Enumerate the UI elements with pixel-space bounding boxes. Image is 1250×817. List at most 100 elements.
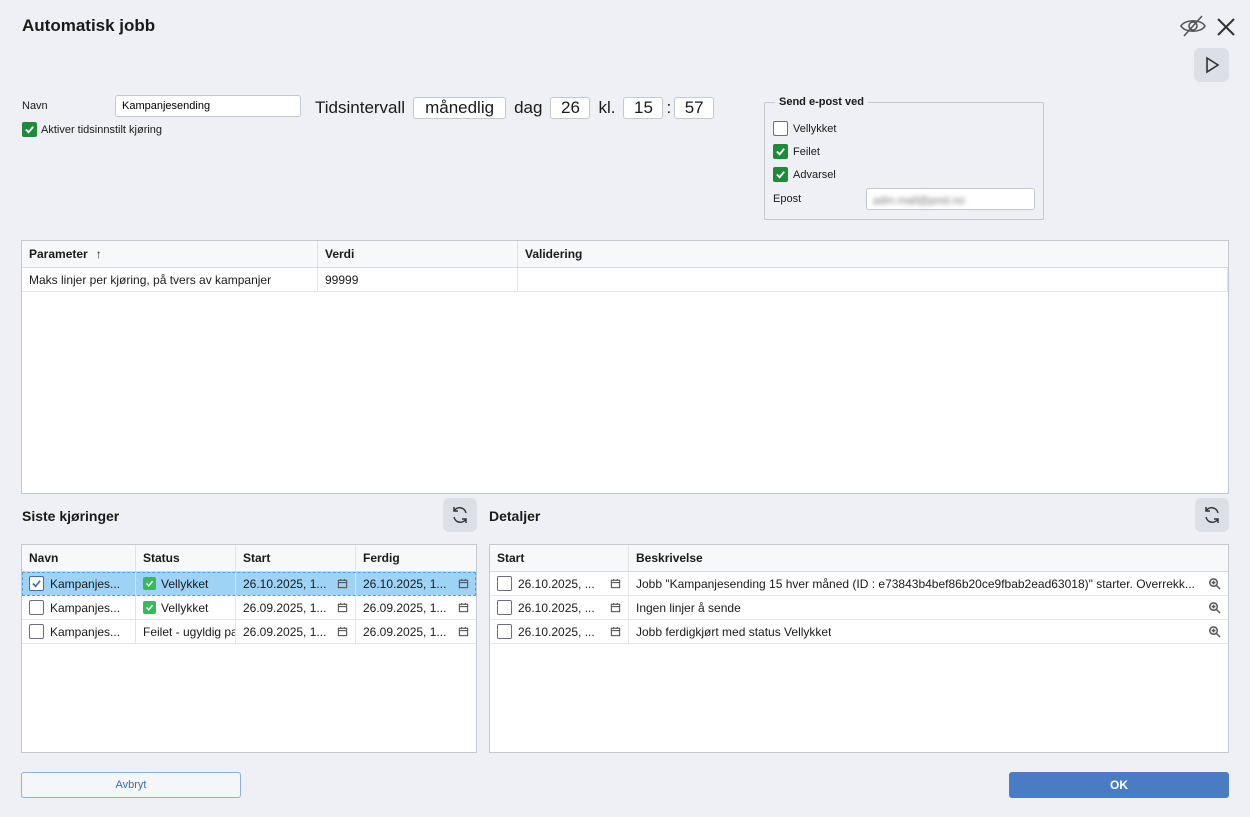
table-row[interactable]: Maks linjer per kjøring, på tvers av kam… <box>22 268 1228 292</box>
col-detail-start[interactable]: Start <box>490 545 629 571</box>
table-row[interactable]: Kampanjes... Vellykket 26.10.2025, 1... … <box>22 572 476 596</box>
run-start-cell[interactable]: 26.10.2025, 1... <box>236 572 356 595</box>
run-name: Kampanjes... <box>50 624 121 639</box>
zoom-icon[interactable] <box>1208 577 1221 590</box>
ok-button[interactable]: OK <box>1009 772 1229 798</box>
row-checkbox[interactable] <box>29 624 44 639</box>
dag-label: dag <box>514 98 543 117</box>
col-parameter[interactable]: Parameter ↑ <box>22 241 318 267</box>
detail-description: Jobb "Kampanjesending 15 hver måned (ID … <box>636 576 1195 591</box>
run-end: 26.10.2025, 1... <box>363 576 447 591</box>
calendar-icon[interactable] <box>458 626 469 637</box>
run-name: Kampanjes... <box>50 576 121 591</box>
detail-start-cell[interactable]: 26.10.2025, ... <box>490 596 629 619</box>
aktiver-checkbox-row[interactable]: Aktiver tidsinnstilt kjøring <box>22 122 162 137</box>
run-start-cell[interactable]: 26.09.2025, 1... <box>236 620 356 643</box>
detail-description: Jobb ferdigkjørt med status Vellykket <box>636 624 832 639</box>
zoom-icon[interactable] <box>1208 601 1221 614</box>
row-checkbox[interactable] <box>29 600 44 615</box>
row-checkbox[interactable] <box>497 600 512 615</box>
kl-label: kl. <box>598 98 616 117</box>
table-row[interactable]: Kampanjes... Vellykket 26.09.2025, 1... … <box>22 596 476 620</box>
email-option-advarsel[interactable]: Advarsel <box>773 167 836 182</box>
detail-description: Ingen linjer å sende <box>636 600 741 615</box>
success-icon <box>143 601 156 614</box>
interval-select[interactable]: månedlig <box>413 97 507 119</box>
row-checkbox[interactable] <box>497 576 512 591</box>
runs-refresh-button[interactable] <box>443 498 477 532</box>
vellykket-checkbox[interactable] <box>773 121 788 136</box>
calendar-icon[interactable] <box>610 578 621 589</box>
col-status[interactable]: Status <box>136 545 236 571</box>
dag-input[interactable]: 26 <box>550 97 591 119</box>
run-end-cell[interactable]: 26.09.2025, 1... <box>356 620 476 643</box>
calendar-icon[interactable] <box>337 602 348 613</box>
epost-value: adm.mail@post.no <box>873 195 965 207</box>
calendar-icon[interactable] <box>610 626 621 637</box>
run-name-cell: Kampanjes... <box>22 596 136 619</box>
run-end: 26.09.2025, 1... <box>363 624 447 639</box>
detail-start: 26.10.2025, ... <box>518 576 595 591</box>
table-row[interactable]: Kampanjes... Feilet - ugyldig pa 26.09.2… <box>22 620 476 644</box>
run-end: 26.09.2025, 1... <box>363 600 447 615</box>
cancel-button[interactable]: Avbryt <box>21 772 241 798</box>
zoom-icon[interactable] <box>1208 625 1221 638</box>
calendar-icon[interactable] <box>458 578 469 589</box>
advarsel-label: Advarsel <box>793 168 836 181</box>
run-start-cell[interactable]: 26.09.2025, 1... <box>236 596 356 619</box>
run-end-cell[interactable]: 26.09.2025, 1... <box>356 596 476 619</box>
calendar-icon[interactable] <box>458 602 469 613</box>
minute-input[interactable]: 57 <box>674 97 715 119</box>
run-start: 26.09.2025, 1... <box>243 624 327 639</box>
table-row[interactable]: 26.10.2025, ... Jobb ferdigkjørt med sta… <box>490 620 1228 644</box>
hide-eye-icon[interactable] <box>1178 12 1208 40</box>
detail-start-cell[interactable]: 26.10.2025, ... <box>490 620 629 643</box>
run-name-cell: Kampanjes... <box>22 572 136 595</box>
row-checkbox[interactable] <box>497 624 512 639</box>
advarsel-checkbox[interactable] <box>773 167 788 182</box>
table-row[interactable]: 26.10.2025, ... Jobb "Kampanjesending 15… <box>490 572 1228 596</box>
dialog-title: Automatisk jobb <box>22 16 156 35</box>
detail-start: 26.10.2025, ... <box>518 624 595 639</box>
col-start[interactable]: Start <box>236 545 356 571</box>
table-row[interactable]: 26.10.2025, ... Ingen linjer å sende <box>490 596 1228 620</box>
run-end-cell[interactable]: 26.10.2025, 1... <box>356 572 476 595</box>
feilet-checkbox[interactable] <box>773 144 788 159</box>
epost-label: Epost <box>773 193 802 205</box>
col-validering[interactable]: Validering <box>518 241 1228 267</box>
calendar-icon[interactable] <box>337 626 348 637</box>
run-status-cell: Vellykket <box>136 596 236 619</box>
close-icon[interactable] <box>1213 14 1239 40</box>
calendar-icon[interactable] <box>610 602 621 613</box>
detail-description-cell: Jobb ferdigkjørt med status Vellykket <box>629 620 1228 643</box>
run-button[interactable] <box>1194 48 1229 82</box>
col-navn[interactable]: Navn <box>22 545 136 571</box>
success-icon <box>143 577 156 590</box>
interval-label: Tidsintervall <box>315 98 406 117</box>
feilet-label: Feilet <box>793 145 820 158</box>
sort-arrow-icon: ↑ <box>95 247 102 261</box>
col-verdi[interactable]: Verdi <box>318 241 518 267</box>
run-name: Kampanjes... <box>50 600 121 615</box>
col-beskrivelse[interactable]: Beskrivelse <box>629 545 1228 571</box>
details-grid-header: Start Beskrivelse <box>490 545 1228 572</box>
param-name-cell: Maks linjer per kjøring, på tvers av kam… <box>22 268 318 291</box>
run-status: Vellykket <box>161 600 209 615</box>
interval-row: Tidsintervall månedlig dag 26 kl. 15 : 5… <box>315 97 715 119</box>
col-ferdig[interactable]: Ferdig <box>356 545 476 571</box>
runs-grid: Navn Status Start Ferdig Kampanjes... Ve… <box>21 544 477 753</box>
details-refresh-button[interactable] <box>1195 498 1229 532</box>
epost-input[interactable]: adm.mail@post.no <box>866 188 1035 210</box>
email-option-vellykket[interactable]: Vellykket <box>773 121 836 136</box>
email-option-feilet[interactable]: Feilet <box>773 144 820 159</box>
navn-input[interactable] <box>115 95 301 117</box>
row-checkbox[interactable] <box>29 576 44 591</box>
run-status-cell: Feilet - ugyldig pa <box>136 620 236 643</box>
aktiver-checkbox[interactable] <box>22 122 37 137</box>
detail-start-cell[interactable]: 26.10.2025, ... <box>490 572 629 595</box>
param-value-cell[interactable]: 99999 <box>318 268 518 291</box>
calendar-icon[interactable] <box>337 578 348 589</box>
refresh-icon <box>453 507 467 523</box>
hour-input[interactable]: 15 <box>623 97 664 119</box>
parameter-grid: Parameter ↑ Verdi Validering Maks linjer… <box>21 240 1229 494</box>
